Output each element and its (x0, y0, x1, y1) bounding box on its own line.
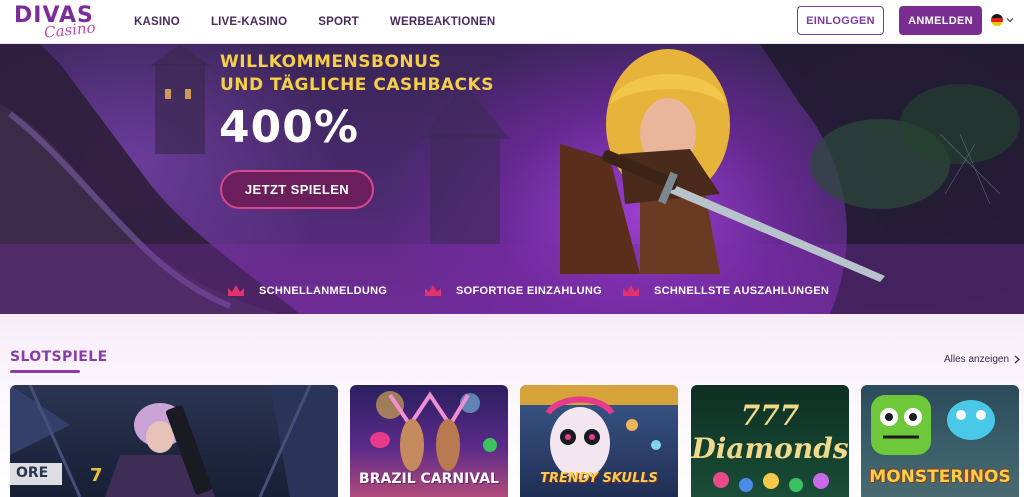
register-button[interactable]: ANMELDEN (899, 6, 982, 35)
nav-item-kasino[interactable]: KASINO (134, 16, 180, 28)
logo-casino-text: Casino (43, 18, 97, 42)
hero-banner: WILLKOMMENSBONUS UND TÄGLICHE CASHBACKS … (0, 44, 1024, 314)
game-art-label: ORE (16, 465, 49, 481)
hero-headline-2: UND TÄGLICHE CASHBACKS (220, 75, 494, 95)
feature-instant-deposit: SOFORTIGE EINZAHLUNG (424, 284, 602, 297)
feature-label: SCHNELLANMELDUNG (259, 284, 388, 297)
game-card[interactable]: 777 Diamonds (691, 385, 849, 497)
game-title: MONSTERINOS (869, 467, 1011, 487)
chevron-down-icon (1006, 18, 1014, 23)
feature-fast-registration: SCHNELLANMELDUNG (227, 284, 387, 297)
chevron-right-icon (1014, 355, 1021, 364)
bonus-amount: 400% (219, 102, 359, 153)
slots-section: SLOTSPIELE Alles anzeigen 7 ORE BRAZIL C… (0, 314, 1024, 497)
game-card[interactable]: MONSTERINOS (861, 385, 1019, 497)
game-card[interactable]: TRENDY SKULLS (520, 385, 678, 497)
top-header: DIVAS Casino KASINO LIVE-KASINO SPORT WE… (0, 0, 1024, 44)
game-card[interactable]: BRAZIL CARNIVAL (350, 385, 508, 497)
nav-item-sport[interactable]: SPORT (318, 16, 359, 28)
play-now-button[interactable]: JETZT SPIELEN (220, 170, 374, 209)
section-title: SLOTSPIELE (10, 349, 108, 365)
nav-item-live-kasino[interactable]: LIVE-KASINO (211, 16, 287, 28)
game-thumbnail: 7 (10, 385, 338, 497)
feature-fast-payouts: SCHNELLSTE AUSZAHLUNGEN (622, 284, 829, 297)
hero-background-art (0, 44, 1024, 314)
game-title: BRAZIL CARNIVAL (359, 471, 499, 487)
game-title: TRENDY SKULLS (540, 471, 658, 486)
feature-label: SOFORTIGE EINZAHLUNG (456, 284, 602, 297)
germany-flag-icon (991, 14, 1003, 26)
login-button[interactable]: EINLOGGEN (797, 6, 884, 35)
hero-headline-1: WILLKOMMENSBONUS (220, 52, 442, 72)
game-title: 777 Diamonds (691, 399, 849, 465)
crown-icon (228, 285, 244, 296)
nav-item-werbeaktionen[interactable]: WERBEAKTIONEN (390, 16, 495, 28)
main-nav: KASINO LIVE-KASINO SPORT WERBEAKTIONEN (134, 0, 526, 44)
show-all-link[interactable]: Alles anzeigen (944, 354, 1021, 365)
crown-icon (623, 285, 639, 296)
crown-icon (425, 285, 441, 296)
language-selector[interactable] (991, 14, 1014, 26)
section-title-underline (10, 370, 80, 373)
feature-label: SCHNELLSTE AUSZAHLUNGEN (654, 284, 830, 297)
divas-casino-logo[interactable]: DIVAS Casino (14, 3, 114, 42)
game-card[interactable]: 7 ORE (10, 385, 338, 497)
show-all-label: Alles anzeigen (944, 354, 1010, 365)
svg-text:7: 7 (90, 465, 103, 486)
